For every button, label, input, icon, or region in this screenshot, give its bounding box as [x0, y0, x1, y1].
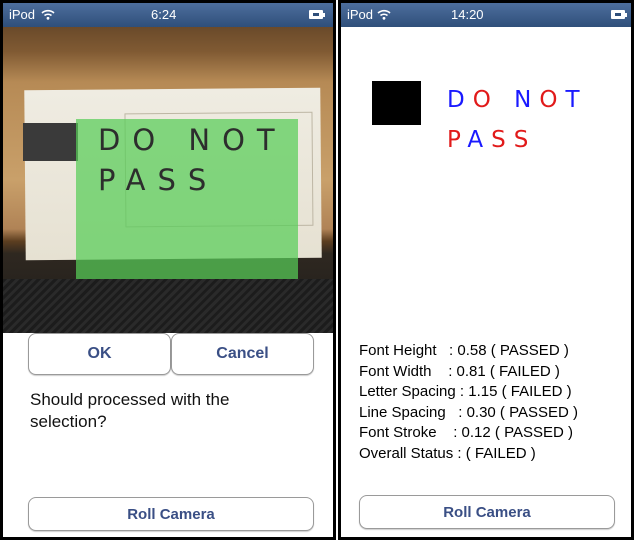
- sign-letter: P: [447, 127, 468, 153]
- sign-letter: O: [539, 87, 566, 113]
- status-time: 6:24: [151, 7, 177, 22]
- cancel-button[interactable]: Cancel: [171, 333, 314, 375]
- left-screen: iPod 6:24 DO NOT PASS OK Cancel Should p…: [0, 0, 336, 540]
- status-bar: iPod 14:20: [341, 3, 631, 27]
- carrier-label: iPod: [347, 7, 374, 22]
- battery-icon: [309, 10, 325, 19]
- roll-camera-button[interactable]: Roll Camera: [28, 497, 314, 531]
- result-line-spacing: Line Spacing : 0.30 ( PASSED ): [359, 403, 579, 421]
- black-square: [372, 81, 421, 125]
- sign-letter: T: [565, 87, 588, 113]
- photo-text-line2: PASS: [98, 163, 219, 197]
- status-bar: iPod 6:24: [3, 3, 333, 27]
- sign-letter: A: [467, 127, 492, 153]
- photo-text-line1: DO NOT: [98, 123, 287, 157]
- camera-photo: DO NOT PASS: [3, 27, 333, 333]
- ok-button[interactable]: OK: [28, 333, 171, 375]
- dark-block: [23, 123, 78, 161]
- sign-letter: N: [514, 87, 540, 113]
- roll-camera-button[interactable]: Roll Camera: [359, 495, 615, 529]
- right-screen: iPod 14:20 DO NOT PASS Font Height : 0.5…: [338, 0, 634, 540]
- wifi-icon: [377, 9, 391, 20]
- sign-line1: DO NOT: [447, 87, 588, 113]
- result-font-width: Font Width : 0.81 ( FAILED ): [359, 362, 560, 380]
- status-time: 14:20: [451, 7, 484, 22]
- sign-letter: D: [447, 87, 473, 113]
- confirmation-question: Should processed with the selection?: [30, 390, 230, 431]
- result-overall-status: Overall Status : ( FAILED ): [359, 444, 536, 462]
- sign-letter: O: [472, 87, 499, 113]
- sign-letter: S: [491, 127, 514, 153]
- result-font-stroke: Font Stroke : 0.12 ( PASSED ): [359, 424, 573, 441]
- battery-icon: [611, 10, 627, 19]
- sign-line2: PASS: [447, 127, 536, 153]
- result-font-height: Font Height : 0.58 ( PASSED ): [359, 342, 569, 359]
- wifi-icon: [41, 9, 55, 20]
- fabric-background: [3, 279, 333, 333]
- result-letter-spacing: Letter Spacing : 1.15 ( FAILED ): [359, 383, 572, 400]
- carrier-label: iPod: [9, 7, 36, 22]
- sign-letter: S: [513, 127, 537, 153]
- sign-letter: [499, 87, 514, 113]
- results-list: Font Height : 0.58 ( PASSED ) Font Width…: [359, 341, 578, 464]
